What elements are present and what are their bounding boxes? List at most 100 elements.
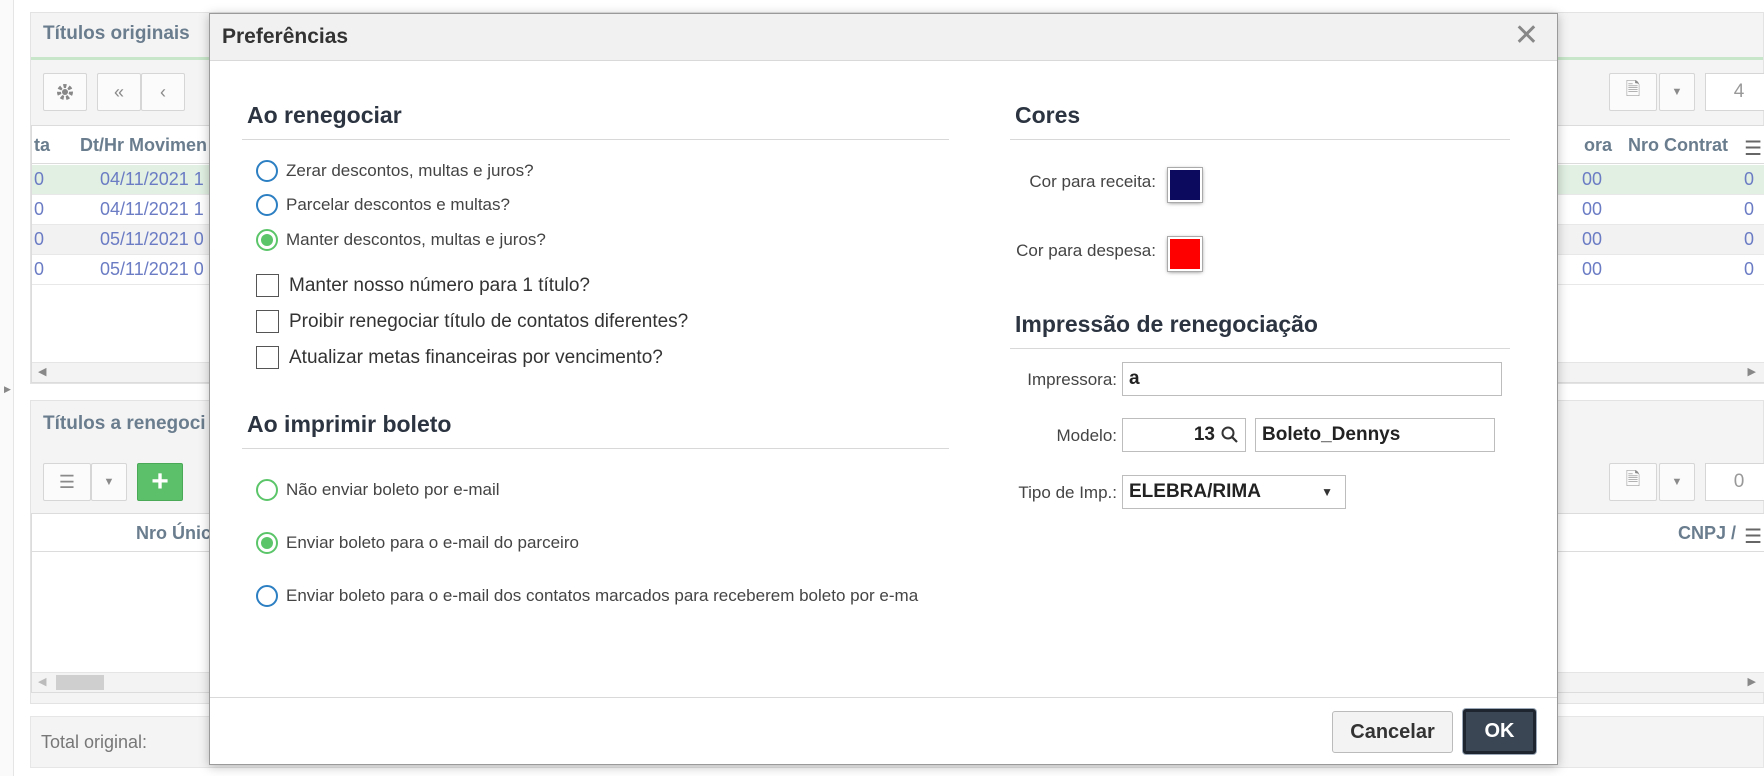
impressora-input[interactable]: a: [1122, 362, 1502, 396]
cell: 00: [1582, 229, 1603, 249]
plus-icon: +: [151, 465, 169, 498]
checkbox-proibir-renegociar[interactable]: Proibir renegociar título de contatos di…: [256, 310, 688, 333]
impressora-label: Impressora:: [1027, 370, 1117, 389]
modelo-code-input[interactable]: 13: [1122, 418, 1246, 452]
list-icon: ☰: [58, 471, 76, 492]
modelo-label: Modelo:: [1056, 426, 1117, 445]
radio-enviar-parceiro[interactable]: Enviar boleto para o e-mail do parceiro: [256, 532, 579, 554]
column-header[interactable]: ora: [1584, 135, 1612, 156]
modelo-name-input[interactable]: Boleto_Dennys: [1255, 418, 1495, 452]
column-header[interactable]: ta: [34, 135, 50, 156]
dialog-header: Preferências ✕: [210, 14, 1557, 61]
cell: 05/11/2021 0: [100, 229, 204, 249]
column-header[interactable]: Nro Únic: [136, 523, 211, 544]
record-count: 0: [1705, 463, 1764, 501]
radio-button[interactable]: [256, 585, 278, 607]
column-menu-icon[interactable]: ☰: [1744, 136, 1762, 161]
scroll-right-icon[interactable]: ▶: [1748, 365, 1756, 378]
scroll-right-icon[interactable]: ▶: [1748, 675, 1756, 688]
first-page-button[interactable]: «: [97, 73, 141, 111]
radio-nao-enviar[interactable]: Não enviar boleto por e-mail: [256, 479, 500, 501]
double-chevron-left-icon: «: [113, 81, 124, 102]
radio-parcelar[interactable]: Parcelar descontos e multas?: [256, 194, 510, 216]
checkbox[interactable]: [256, 310, 279, 333]
export-dropdown-button[interactable]: ▼: [1659, 73, 1695, 111]
panel-title: Títulos originais: [43, 23, 190, 44]
scroll-left-icon[interactable]: ◀: [38, 675, 46, 688]
settings-button[interactable]: [43, 73, 87, 111]
radio-label: Enviar boleto para o e-mail dos contatos…: [286, 586, 919, 605]
radio-label: Parcelar descontos e multas?: [286, 195, 510, 214]
section-heading-cores: Cores: [1015, 102, 1081, 128]
despesa-color-label: Cor para despesa:: [1016, 241, 1156, 260]
despesa-color-swatch[interactable]: [1168, 237, 1202, 271]
scroll-thumb[interactable]: [56, 675, 104, 690]
checkbox[interactable]: [256, 274, 279, 297]
prev-page-button[interactable]: ‹: [141, 73, 185, 111]
cell: 04/11/2021 1: [100, 169, 204, 189]
checkbox-label: Atualizar metas financeiras por vencimen…: [289, 346, 663, 368]
radio-button-selected[interactable]: [256, 229, 278, 251]
column-header[interactable]: Dt/Hr Movimen: [80, 135, 207, 156]
cell: 0: [1744, 199, 1755, 219]
cell: 0: [34, 169, 45, 189]
checkbox-atualizar-metas[interactable]: Atualizar metas financeiras por vencimen…: [256, 346, 663, 369]
radio-enviar-contatos[interactable]: Enviar boleto para o e-mail dos contatos…: [256, 585, 956, 607]
cancel-button[interactable]: Cancelar: [1332, 711, 1453, 753]
checkbox-label: Manter nosso número para 1 título?: [289, 274, 591, 296]
left-collapse-strip[interactable]: ▶: [0, 0, 14, 776]
list-dropdown-button[interactable]: ▼: [91, 463, 127, 501]
total-original-label: Total original:: [41, 732, 148, 752]
radio-button[interactable]: [256, 194, 278, 216]
checkbox-manter-nosso-numero[interactable]: Manter nosso número para 1 título?: [256, 274, 590, 297]
section-heading-impressao: Impressão de renegociação: [1015, 311, 1318, 337]
radio-label: Enviar boleto para o e-mail do parceiro: [286, 533, 579, 552]
export-button[interactable]: 🗎: [1609, 73, 1657, 111]
export-button[interactable]: 🗎: [1609, 463, 1657, 501]
cell: 0: [1744, 169, 1755, 189]
cell: 0: [1744, 259, 1755, 279]
caret-down-icon: ▼: [1321, 485, 1333, 499]
radio-button[interactable]: [256, 160, 278, 182]
column-menu-icon[interactable]: ☰: [1744, 524, 1762, 549]
cell: 00: [1582, 259, 1603, 279]
caret-down-icon: ▼: [1671, 86, 1683, 98]
section-heading-boleto: Ao imprimir boleto: [247, 411, 452, 437]
radio-zerar[interactable]: Zerar descontos, multas e juros?: [256, 160, 534, 182]
export-file-icon: 🗎: [1625, 469, 1641, 489]
caret-down-icon: ▼: [103, 476, 115, 488]
close-icon[interactable]: ✕: [1514, 21, 1539, 51]
chevron-left-icon: ‹: [160, 81, 166, 102]
add-button[interactable]: +: [137, 463, 183, 501]
tipo-imp-select[interactable]: ELEBRA/RIMA ▼: [1122, 475, 1346, 509]
column-header[interactable]: Nro Contrat: [1628, 135, 1728, 156]
dialog-footer: Cancelar OK: [210, 697, 1557, 764]
radio-label: Não enviar boleto por e-mail: [286, 480, 500, 499]
receita-color-label: Cor para receita:: [1029, 172, 1156, 191]
list-view-button[interactable]: ☰: [43, 463, 91, 501]
cell: 00: [1582, 199, 1603, 219]
caret-down-icon: ▼: [1671, 476, 1683, 488]
dialog-title: Preferências: [222, 25, 349, 48]
panel-title: Títulos a renegoci: [43, 413, 206, 434]
column-header[interactable]: CNPJ /: [1678, 523, 1736, 544]
radio-manter[interactable]: Manter descontos, multas e juros?: [256, 229, 546, 251]
search-icon[interactable]: [1221, 426, 1239, 444]
ok-button[interactable]: OK: [1463, 709, 1536, 754]
cell: 05/11/2021 0: [100, 259, 204, 279]
record-count: 4: [1705, 73, 1764, 111]
cell: 0: [34, 199, 45, 219]
section-heading-renegociar: Ao renegociar: [247, 102, 402, 128]
radio-label: Zerar descontos, multas e juros?: [286, 161, 534, 180]
tipo-imp-value: ELEBRA/RIMA: [1129, 481, 1261, 502]
scroll-left-icon[interactable]: ◀: [38, 365, 46, 378]
receita-color-swatch[interactable]: [1168, 168, 1202, 202]
radio-button[interactable]: [256, 479, 278, 501]
radio-button-selected[interactable]: [256, 532, 278, 554]
cell: 00: [1582, 169, 1603, 189]
checkbox[interactable]: [256, 346, 279, 369]
cell: 0: [34, 229, 45, 249]
export-dropdown-button[interactable]: ▼: [1659, 463, 1695, 501]
cell: 04/11/2021 1: [100, 199, 204, 219]
expand-arrow-icon[interactable]: ▶: [4, 384, 11, 395]
